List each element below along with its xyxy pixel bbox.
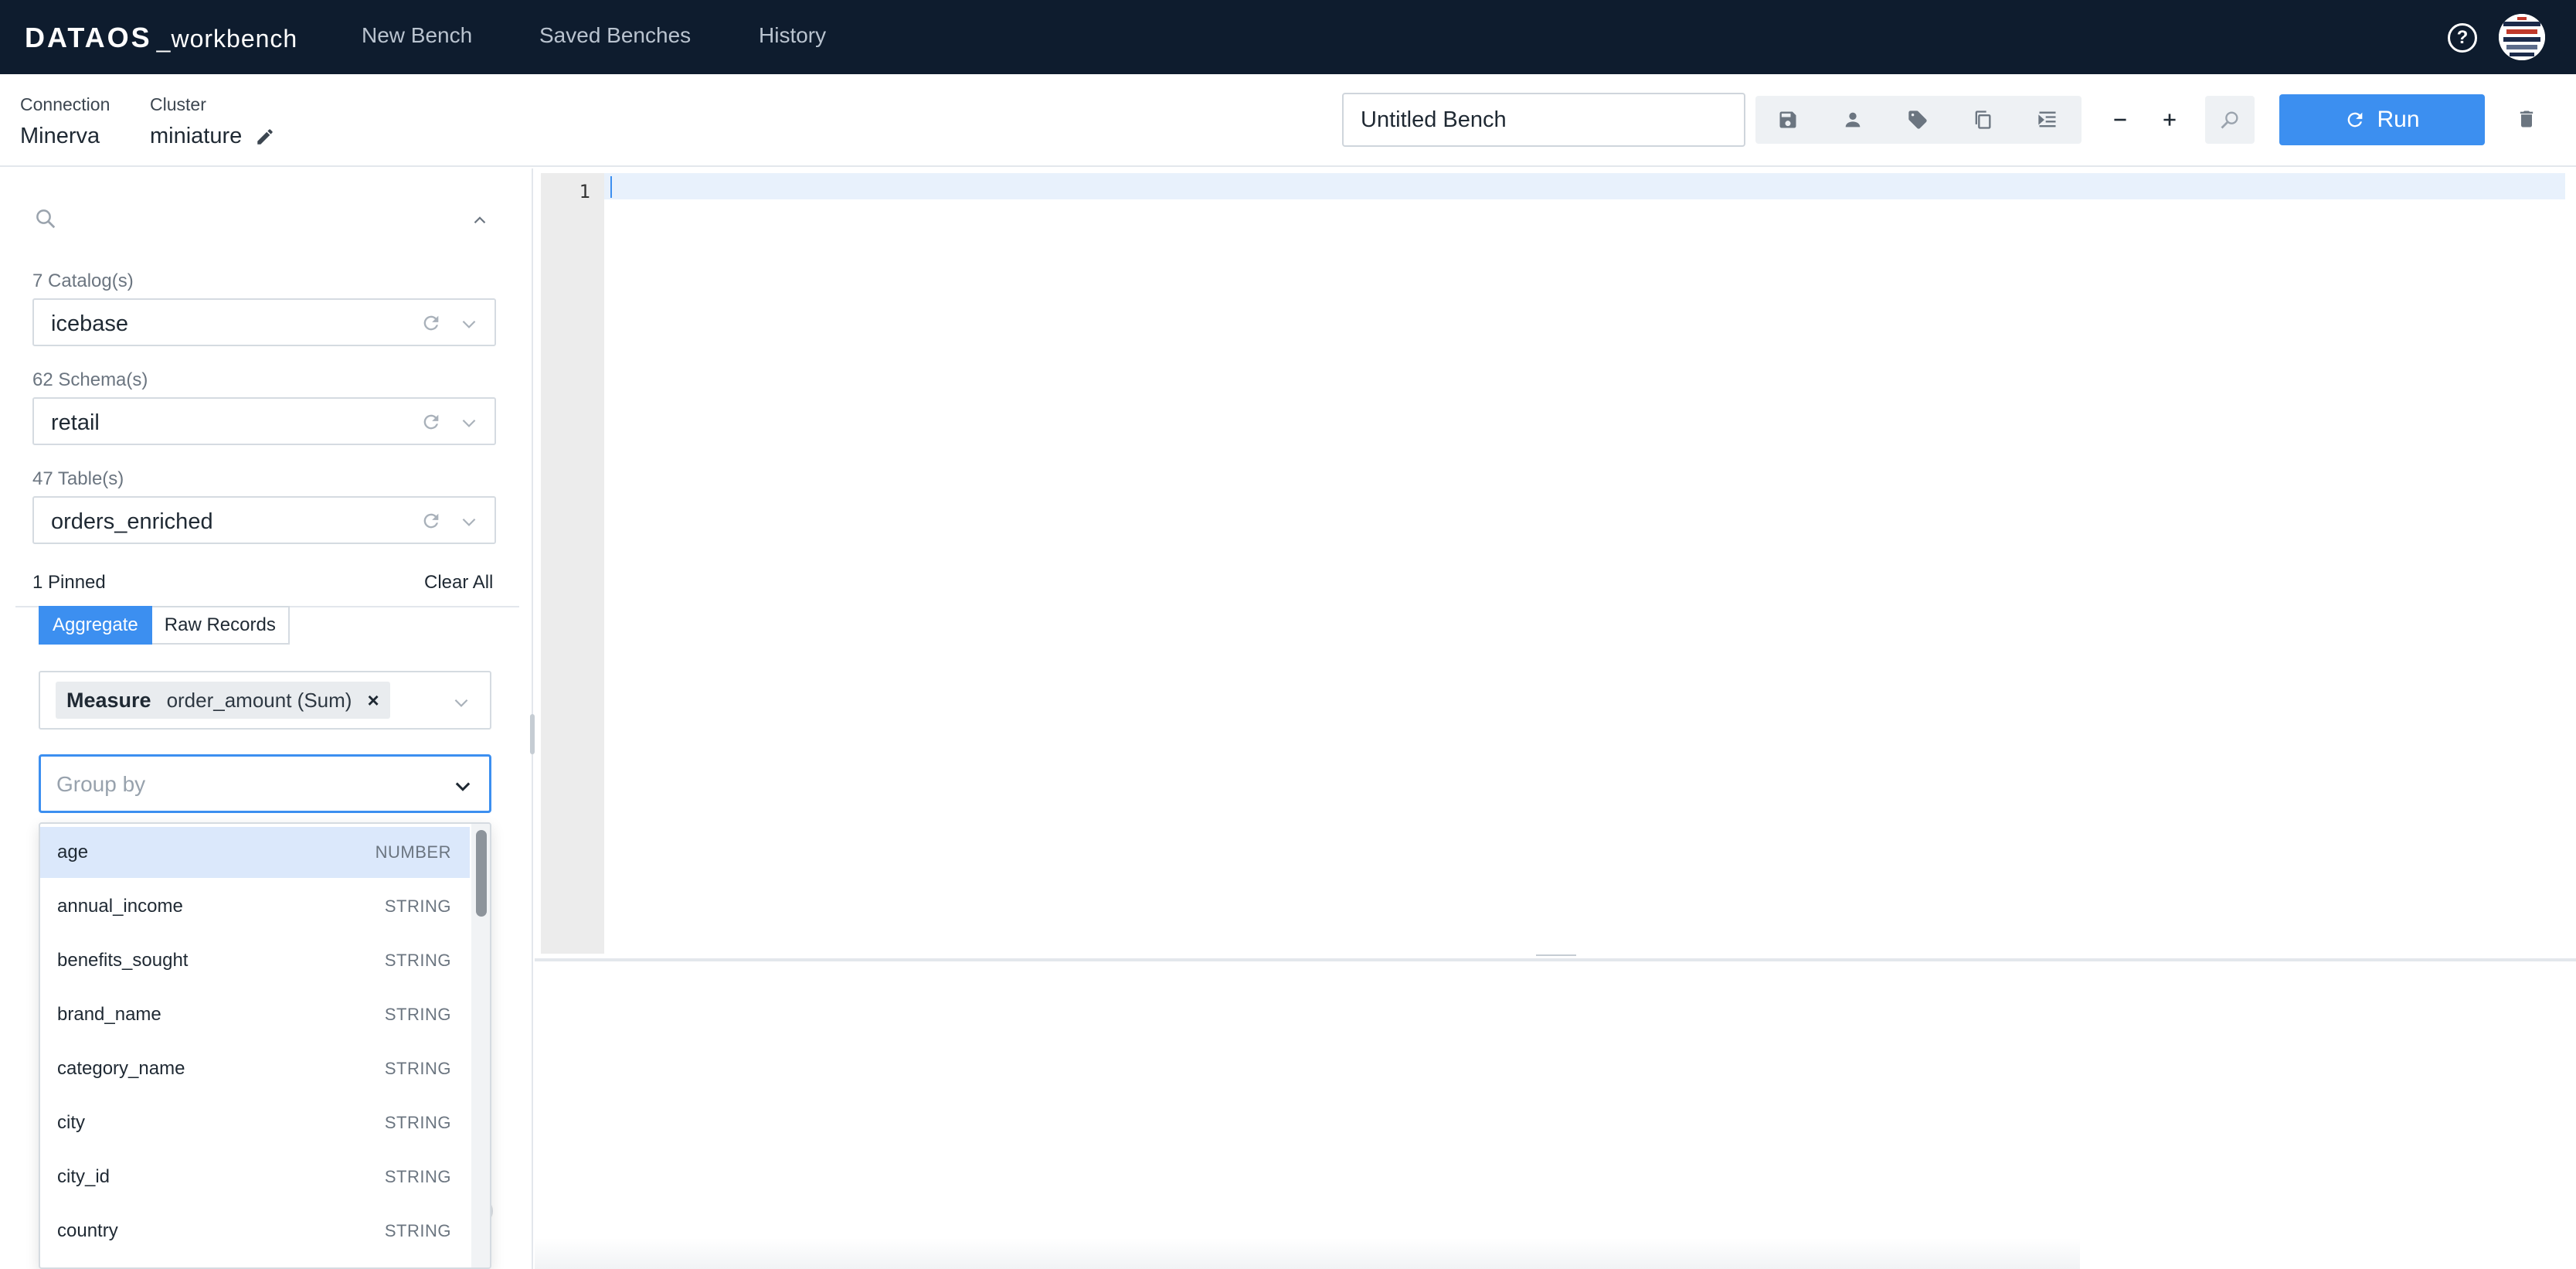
refresh-icon[interactable]	[420, 411, 442, 433]
dropdown-option-category-name[interactable]: category_name STRING	[40, 1043, 470, 1094]
option-name: brand_name	[57, 1004, 161, 1025]
group-by-input[interactable]	[56, 771, 427, 798]
catalog-select[interactable]: icebase	[32, 298, 496, 346]
scrollbar-thumb[interactable]	[476, 830, 487, 917]
catalog-sidebar: 7 Catalog(s) icebase 62 Schema(s) retail…	[0, 168, 533, 1269]
refresh-icon	[2348, 112, 2363, 128]
dropdown-option-age[interactable]: age NUMBER	[40, 827, 470, 878]
chevron-down-icon	[462, 518, 476, 526]
search-icon[interactable]	[34, 207, 60, 233]
cluster-label: Cluster	[150, 94, 206, 114]
chevron-up-icon[interactable]	[470, 210, 491, 232]
connection-label: Connection	[20, 94, 110, 114]
option-type: STRING	[384, 951, 451, 970]
product-name: _workbench	[156, 25, 298, 53]
trash-icon[interactable]	[2511, 104, 2542, 134]
query-mode-tabs: Aggregate Raw Records	[39, 606, 290, 645]
refresh-icon[interactable]	[420, 510, 442, 532]
dropdown-scrollbar[interactable]	[471, 824, 490, 1267]
catalog-value: icebase	[51, 311, 128, 336]
indent-icon[interactable]	[2015, 96, 2080, 144]
measure-chip-value: order_amount (Sum)	[166, 688, 352, 712]
app-logo[interactable]: DATAOS _workbench	[25, 22, 297, 53]
chevron-down-icon[interactable]	[451, 692, 471, 713]
dropdown-option-annual-income[interactable]: annual_income STRING	[40, 881, 470, 932]
line-number-gutter: 1	[541, 173, 604, 954]
remove-chip-icon[interactable]: ×	[367, 689, 379, 713]
schema-select[interactable]: retail	[32, 397, 496, 445]
tab-aggregate[interactable]: Aggregate	[39, 606, 152, 645]
measure-chip-key: Measure	[66, 688, 151, 712]
chevron-down-icon	[462, 320, 476, 328]
refresh-icon[interactable]	[420, 312, 442, 334]
results-shadow	[535, 1238, 2080, 1269]
option-name: annual_income	[57, 896, 183, 917]
save-icon[interactable]	[1755, 96, 1820, 144]
pinned-count: 1 Pinned	[32, 572, 106, 593]
option-type: NUMBER	[375, 842, 451, 862]
bench-name-input[interactable]	[1342, 93, 1745, 147]
option-type: STRING	[384, 1005, 451, 1024]
user-icon[interactable]	[1820, 96, 1885, 144]
dropdown-option-city[interactable]: city STRING	[40, 1097, 470, 1148]
pencil-icon[interactable]	[255, 127, 275, 147]
table-select[interactable]: orders_enriched	[32, 496, 496, 544]
option-type: STRING	[384, 1059, 451, 1078]
schema-value: retail	[51, 410, 100, 435]
connection-value[interactable]: Minerva	[20, 124, 100, 149]
nav-history[interactable]: History	[759, 23, 826, 48]
option-type: STRING	[384, 896, 451, 916]
minus-icon[interactable]	[2100, 100, 2140, 140]
question-circle-icon[interactable]: ?	[2448, 23, 2477, 53]
option-type: STRING	[384, 1167, 451, 1186]
catalog-count-label: 7 Catalog(s)	[32, 270, 134, 291]
cluster-value[interactable]: miniature	[150, 124, 242, 149]
search-replace-icon[interactable]	[2205, 96, 2255, 144]
option-type: STRING	[384, 1113, 451, 1132]
nav-saved-benches[interactable]: Saved Benches	[539, 23, 691, 48]
plus-icon[interactable]	[2149, 100, 2190, 140]
measure-select[interactable]: Measure order_amount (Sum) ×	[39, 671, 491, 730]
tag-icon[interactable]	[1885, 96, 1950, 144]
table-count-label: 47 Table(s)	[32, 468, 124, 489]
option-name: age	[57, 842, 89, 862]
measure-chip: Measure order_amount (Sum) ×	[56, 682, 390, 719]
brand-name: DATAOS	[25, 22, 152, 53]
run-button[interactable]: Run	[2279, 94, 2485, 145]
top-navigation-bar: DATAOS _workbench New Bench Saved Benche…	[0, 0, 2576, 74]
clear-all-button[interactable]: Clear All	[424, 572, 493, 594]
line-number: 1	[579, 181, 590, 202]
group-by-select[interactable]	[39, 754, 491, 813]
connection-toolbar: Connection Minerva Cluster miniature Run	[0, 74, 2576, 167]
option-name: category_name	[57, 1058, 185, 1079]
results-panel	[535, 961, 2576, 1269]
user-avatar-icon[interactable]	[2499, 14, 2545, 60]
option-name: city	[57, 1112, 85, 1133]
editor-text-area[interactable]	[612, 173, 2559, 946]
tab-raw-records[interactable]: Raw Records	[151, 606, 290, 645]
copy-icon[interactable]	[1950, 96, 2015, 144]
schema-count-label: 62 Schema(s)	[32, 369, 148, 390]
option-name: benefits_sought	[57, 950, 189, 971]
dropdown-option-city-id[interactable]: city_id STRING	[40, 1152, 470, 1203]
dropdown-option-brand-name[interactable]: brand_name STRING	[40, 989, 470, 1040]
nav-new-bench[interactable]: New Bench	[362, 23, 472, 48]
group-by-dropdown: age NUMBER annual_income STRING benefits…	[39, 822, 491, 1269]
table-value: orders_enriched	[51, 509, 213, 534]
chevron-down-icon[interactable]	[452, 775, 474, 797]
run-label: Run	[2377, 107, 2420, 132]
option-type: STRING	[384, 1221, 451, 1240]
chevron-down-icon	[462, 419, 476, 427]
editor-tool-group	[1755, 96, 2082, 144]
dropdown-option-country[interactable]: country STRING	[40, 1206, 470, 1257]
sql-editor: 1	[535, 168, 2576, 960]
dropdown-option-benefits-sought[interactable]: benefits_sought STRING	[40, 935, 470, 986]
option-name: country	[57, 1220, 118, 1241]
option-name: city_id	[57, 1166, 110, 1187]
